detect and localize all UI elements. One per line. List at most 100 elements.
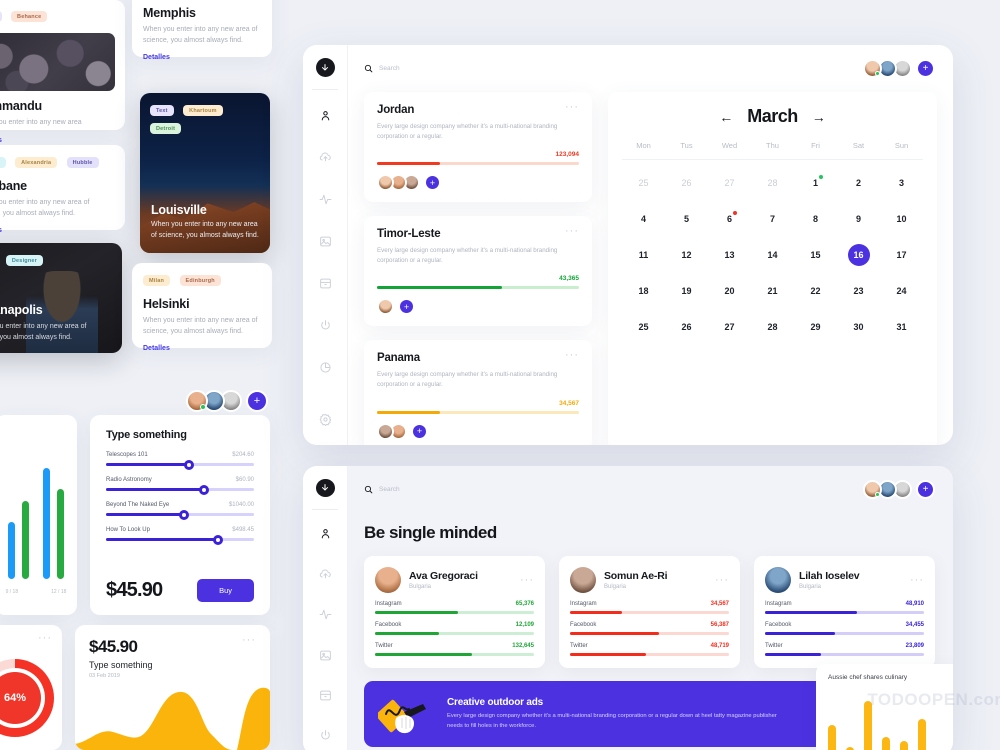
tag[interactable]: Hubble [66,157,99,169]
add-member-button[interactable]: + [424,174,441,192]
calendar-day[interactable]: 20 [708,278,751,304]
calendar-day[interactable]: 27 [708,170,751,196]
calendar-day[interactable]: 5 [665,206,708,232]
upload-cloud-icon[interactable] [313,145,337,169]
calendar-day[interactable]: 2 [837,170,880,196]
calendar-day[interactable]: 25 [622,314,665,340]
slider-track[interactable] [106,534,254,545]
calendar-day[interactable]: 27 [708,314,751,340]
calendar-day[interactable]: 9 [837,206,880,232]
card-menu-button[interactable]: ··· [715,575,729,586]
archive-icon[interactable] [313,684,337,706]
collage-card-louisville[interactable]: Text Khartoum Detroit Louisville When yo… [140,93,270,253]
tag[interactable]: Dogs [0,11,2,23]
card-menu-button[interactable]: ··· [565,102,579,113]
prev-month-button[interactable]: ← [719,109,733,125]
person-card[interactable]: Somun Ae-Ri Bulgaria ··· Instagram 34,567… [559,556,740,668]
calendar-day[interactable]: 18 [622,278,665,304]
calendar-day[interactable]: 28 [751,170,794,196]
calendar-day[interactable]: 21 [751,278,794,304]
chef-chart-card[interactable]: Aussie chef shares culinary [816,664,953,750]
calendar-day[interactable]: 3 [880,170,923,196]
collage-card-helsinki[interactable]: Milan Edinburgh Helsinki When you enter … [132,263,272,352]
user-icon[interactable] [313,103,337,127]
add-member-button[interactable]: + [246,390,268,412]
card-menu-button[interactable]: ··· [0,633,52,644]
calendar-day[interactable]: 12 [665,242,708,268]
task-card[interactable]: Jordan ··· Every large design company wh… [364,92,592,203]
tag[interactable]: Detroit [150,123,182,135]
details-link[interactable]: Detalles [143,54,170,61]
details-link[interactable]: Detalles [143,345,170,352]
search-input[interactable]: Search [364,485,400,494]
calendar-day[interactable]: 8 [794,206,837,232]
avatar[interactable] [377,422,394,440]
activity-icon[interactable] [313,603,337,625]
tag[interactable]: Behance [11,11,48,23]
activity-icon[interactable] [313,187,337,211]
calendar-day[interactable]: 6 [708,206,751,232]
calendar-day[interactable]: 23 [837,278,880,304]
tag[interactable]: Text [150,105,174,117]
calendar-day[interactable]: 10 [880,206,923,232]
tag[interactable]: Edinburgh [179,275,221,287]
next-month-button[interactable]: → [812,109,826,125]
tag[interactable]: Milan [143,275,171,287]
task-card[interactable]: Panama ··· Every large design company wh… [364,340,592,445]
slider-knob[interactable] [183,459,194,470]
calendar-day[interactable]: 14 [751,242,794,268]
calendar-day[interactable]: 13 [708,242,751,268]
calendar-day[interactable]: 26 [665,314,708,340]
slider-knob[interactable] [179,509,190,520]
slider-track[interactable] [106,459,254,470]
card-menu-button[interactable]: ··· [910,575,924,586]
collage-card-memphis[interactable]: Hero Memphis When you enter into any new… [132,0,272,61]
calendar-day[interactable]: 29 [794,314,837,340]
slider-knob[interactable] [213,534,224,545]
tag[interactable]: Designer [5,255,44,267]
logo-icon[interactable] [315,479,335,497]
settings-icon[interactable] [313,407,337,431]
calendar-day[interactable]: 4 [622,206,665,232]
calendar-day[interactable]: 15 [794,242,837,268]
calendar-day[interactable]: 11 [622,242,665,268]
add-member-button[interactable]: + [916,480,935,499]
calendar-day[interactable]: 28 [751,314,794,340]
calendar-day[interactable]: 30 [837,314,880,340]
buy-button[interactable]: Buy [197,579,254,602]
avatar[interactable] [377,298,394,316]
power-icon[interactable] [313,313,337,337]
calendar-day[interactable]: 19 [665,278,708,304]
details-link[interactable]: Detalles [0,137,2,144]
calendar-day[interactable]: 24 [880,278,923,304]
calendar-day[interactable]: 25 [622,170,665,196]
card-menu-button[interactable]: ··· [565,350,579,361]
collage-card-indianapolis[interactable]: Lost Designer Indianapolis When you ente… [0,243,122,353]
slider-knob[interactable] [198,484,209,495]
power-icon[interactable] [313,725,337,747]
archive-icon[interactable] [313,271,337,295]
tag[interactable]: Harare [0,157,6,169]
add-member-button[interactable]: + [398,298,415,316]
person-card[interactable]: Ava Gregoraci Bulgaria ··· Instagram 65,3… [364,556,545,668]
tag[interactable]: Khartoum [183,105,223,117]
task-card[interactable]: Timor-Leste ··· Every large design compa… [364,216,592,327]
avatar[interactable] [186,390,208,412]
avatar[interactable] [765,567,791,593]
avatar[interactable] [863,59,882,78]
logo-icon[interactable] [315,58,335,77]
card-menu-button[interactable]: ··· [565,226,579,237]
avatar[interactable] [570,567,596,593]
calendar-day[interactable]: 17 [880,242,923,268]
card-menu-button[interactable]: ··· [242,635,256,646]
slider-track[interactable] [106,484,254,495]
upload-cloud-icon[interactable] [313,563,337,585]
pie-chart-icon[interactable] [313,355,337,379]
collage-card-brisbane[interactable]: Harare Alexandria Hubble Brisbane When y… [0,145,125,234]
calendar-day[interactable]: 1 [794,170,837,196]
calendar-day[interactable]: 26 [665,170,708,196]
calendar-day[interactable]: 31 [880,314,923,340]
card-menu-button[interactable]: ··· [520,575,534,586]
details-link[interactable]: Detalles [0,227,2,234]
avatar[interactable] [375,567,401,593]
